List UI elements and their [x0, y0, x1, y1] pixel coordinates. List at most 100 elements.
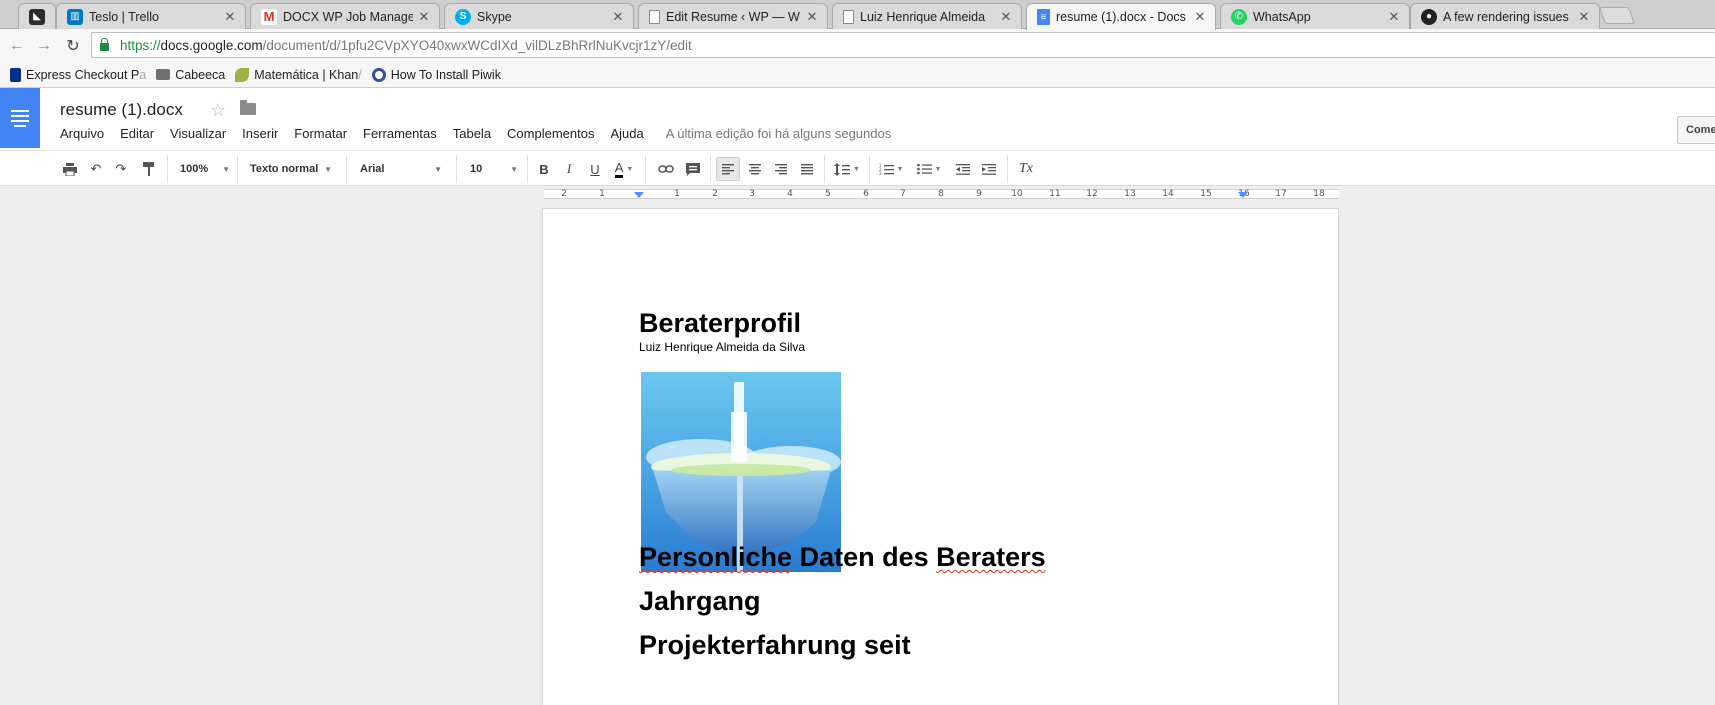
undo-icon[interactable]: ↶: [85, 157, 107, 181]
tab-whatsapp[interactable]: ✆ WhatsApp ✕: [1220, 3, 1410, 29]
ruler-tick: 4: [787, 189, 793, 199]
tab-luiz[interactable]: Luiz Henrique Almeida ✕: [832, 3, 1022, 29]
dropdown-arrow-icon: ▼: [853, 165, 860, 173]
font-select[interactable]: Arial ▼: [360, 157, 442, 181]
menu-tabela[interactable]: Tabela: [453, 126, 491, 141]
tab-github[interactable]: ● A few rendering issues ✕: [1410, 3, 1600, 29]
app-favicon-icon: ◣: [29, 8, 45, 25]
close-icon[interactable]: ✕: [1387, 9, 1401, 25]
ruler[interactable]: 2 1 1 2 3 4 5 6 7 8 9 10 11 12 13 14 15 …: [544, 189, 1339, 199]
menu-ajuda[interactable]: Ajuda: [610, 126, 643, 141]
tab-label: DOCX WP Job Manager: [283, 9, 413, 24]
paragraph-style-select[interactable]: Texto normal ▼: [250, 157, 332, 181]
link-icon[interactable]: [655, 157, 677, 181]
menu-formatar[interactable]: Formatar: [294, 126, 347, 141]
italic-button[interactable]: I: [558, 157, 580, 181]
ruler-tick: 13: [1124, 189, 1136, 199]
folder-icon: [156, 69, 171, 80]
close-icon[interactable]: ✕: [1193, 9, 1207, 25]
zoom-select[interactable]: 100% ▼: [180, 157, 230, 181]
document-title[interactable]: resume (1).docx: [60, 100, 183, 120]
tab-skype[interactable]: S Skype ✕: [444, 3, 634, 29]
bookmark-item[interactable]: Express Checkout Pa: [10, 67, 146, 82]
ruler-tick: 10: [1011, 189, 1023, 199]
document-page[interactable]: Beraterprofil Luiz Henrique Almeida da S…: [543, 209, 1338, 705]
folder-icon[interactable]: [240, 100, 256, 115]
ruler-tick: 2: [561, 189, 567, 199]
ruler-tick: 18: [1313, 189, 1325, 199]
ruler-bar: 2 1 1 2 3 4 5 6 7 8 9 10 11 12 13 14 15 …: [0, 186, 1715, 202]
menu-complementos[interactable]: Complementos: [507, 126, 594, 141]
navigation-bar: ← → ↻ https://docs.google.com/document/d…: [0, 29, 1715, 62]
redo-icon[interactable]: ↷: [110, 157, 132, 181]
bookmark-item[interactable]: How To Install Piwik: [371, 67, 501, 82]
gmail-icon: M: [261, 8, 277, 25]
justify-icon[interactable]: [796, 157, 818, 181]
comments-button[interactable]: Come: [1677, 116, 1715, 144]
ruler-tick: 6: [863, 189, 869, 199]
last-edit-status[interactable]: A última edição foi há alguns segundos: [666, 126, 892, 141]
docs-home-icon[interactable]: [0, 88, 40, 148]
comment-icon[interactable]: [682, 157, 704, 181]
url-path: /document/d/1pfu2CVpXYO40xwxWCdIXd_vilDL…: [262, 37, 692, 53]
close-icon[interactable]: ✕: [805, 9, 819, 25]
left-indent-marker[interactable]: [634, 192, 644, 198]
align-right-icon[interactable]: [770, 157, 792, 181]
bookmarks-bar: Express Checkout Pa Cabeeca Matemática |…: [0, 62, 1715, 88]
dropdown-arrow-icon: ▼: [324, 164, 332, 174]
close-icon[interactable]: ✕: [417, 9, 431, 25]
increase-indent-icon[interactable]: [978, 157, 1000, 181]
print-icon[interactable]: [59, 157, 81, 181]
menu-editar[interactable]: Editar: [120, 126, 154, 141]
trello-icon: ▥: [67, 8, 83, 25]
menu-visualizar[interactable]: Visualizar: [170, 126, 226, 141]
close-icon[interactable]: ✕: [223, 9, 237, 25]
forward-icon[interactable]: →: [33, 35, 55, 57]
url-scheme: https://: [120, 37, 161, 53]
underline-button[interactable]: U: [584, 157, 606, 181]
ruler-tick: 1: [674, 189, 680, 199]
align-left-icon[interactable]: [716, 157, 740, 181]
dropdown-arrow-icon: ▼: [626, 165, 634, 173]
text-color-button[interactable]: A ▼: [609, 157, 639, 181]
align-center-icon[interactable]: [744, 157, 766, 181]
clear-formatting-icon[interactable]: Tx: [1014, 157, 1038, 181]
bulleted-list-icon[interactable]: ▼: [912, 157, 946, 181]
tab-edit-resume[interactable]: Edit Resume ‹ WP — W ✕: [638, 3, 828, 29]
tab-label: Edit Resume ‹ WP — W: [666, 9, 800, 24]
khan-icon: [235, 67, 250, 82]
bookmark-label: Cabeeca: [175, 67, 226, 82]
back-icon[interactable]: ←: [6, 35, 28, 57]
numbered-list-icon[interactable]: 123 ▼: [874, 157, 908, 181]
address-bar[interactable]: https://docs.google.com/document/d/1pfu2…: [91, 32, 1715, 58]
ruler-tick: 12: [1086, 189, 1098, 199]
bookmark-label: Express Checkout P: [26, 67, 140, 82]
menu-inserir[interactable]: Inserir: [242, 126, 278, 141]
line-spacing-icon[interactable]: ▼: [830, 157, 864, 181]
tab-trello[interactable]: ▥ Teslo | Trello ✕: [56, 3, 246, 29]
ruler-tick: 17: [1275, 189, 1287, 199]
tab-app[interactable]: ◣: [18, 3, 56, 29]
font-size-select[interactable]: 10 ▼: [470, 157, 518, 181]
close-icon[interactable]: ✕: [1577, 9, 1591, 25]
menu-arquivo[interactable]: Arquivo: [60, 126, 104, 141]
ruler-tick: 15: [1200, 189, 1212, 199]
bold-button[interactable]: B: [533, 157, 555, 181]
new-tab-button[interactable]: [1598, 7, 1636, 24]
close-icon[interactable]: ✕: [611, 9, 625, 25]
reload-icon[interactable]: ↻: [62, 35, 84, 57]
tab-docs[interactable]: ≡ resume (1).docx - Docs ✕: [1026, 3, 1216, 30]
tab-gmail[interactable]: M DOCX WP Job Manager ✕: [250, 3, 440, 29]
right-indent-marker[interactable]: [1238, 192, 1248, 198]
paint-format-icon[interactable]: [138, 157, 160, 181]
bookmark-item[interactable]: Cabeeca: [156, 68, 225, 82]
star-icon[interactable]: ☆: [210, 100, 226, 121]
style-value: Texto normal: [250, 163, 319, 175]
menu-ferramentas[interactable]: Ferramentas: [363, 126, 437, 141]
decrease-indent-icon[interactable]: [952, 157, 974, 181]
tab-label: Skype: [477, 9, 512, 24]
close-icon[interactable]: ✕: [999, 9, 1013, 25]
svg-text:3: 3: [879, 171, 882, 175]
bookmark-item[interactable]: Matemática | Khan /: [235, 67, 362, 82]
docs-icon: ≡: [1037, 9, 1050, 25]
